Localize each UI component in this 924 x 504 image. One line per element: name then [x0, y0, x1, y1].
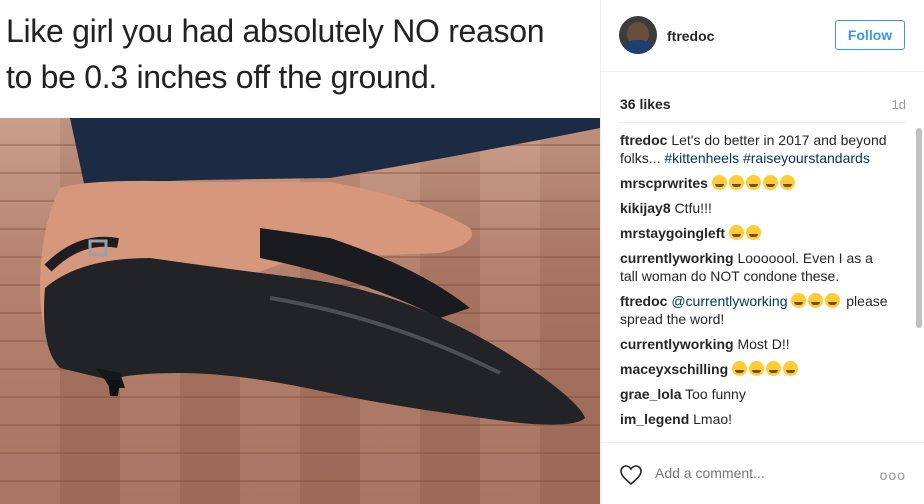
- avatar-body: [623, 40, 653, 54]
- comment-username[interactable]: mrstaygoingleft: [620, 225, 725, 241]
- comment-item: mrstaygoingleft: [620, 224, 888, 242]
- likes-count[interactable]: 36 likes: [620, 96, 671, 112]
- comment-username[interactable]: kikijay8: [620, 200, 671, 216]
- laughing-emoji-icon: [779, 175, 795, 190]
- laughing-emoji-icon: [728, 175, 744, 190]
- post-header: ftredoc Follow: [601, 0, 924, 72]
- hashtag-link[interactable]: #raiseyourstandards: [743, 150, 870, 166]
- laughing-emoji-icon: [808, 293, 824, 308]
- comment-text: Ctfu!!!: [674, 200, 712, 216]
- comment-username[interactable]: ftredoc: [620, 293, 667, 309]
- laughing-emoji-icon: [766, 361, 782, 376]
- post-age[interactable]: 1d: [892, 97, 906, 112]
- comment-item: mrscprwrites: [620, 174, 888, 192]
- emoji-group: [791, 293, 846, 309]
- laughing-emoji-icon: [711, 175, 727, 190]
- comment-text: Lmao!: [693, 411, 733, 427]
- meme-caption: Like girl you had absolutely NO reason t…: [6, 8, 596, 100]
- meme-line-2: to be 0.3 inches off the ground.: [6, 59, 438, 95]
- comment-item: grae_lola Too funny: [620, 385, 888, 403]
- comment-item: currentlyworking Looooool. Even I as a t…: [620, 249, 888, 285]
- mention-link[interactable]: @currentlyworking: [671, 293, 787, 309]
- shoe-photo: [0, 118, 600, 504]
- comment-username[interactable]: mrscprwrites: [620, 175, 708, 191]
- comment-item: kikijay8 Ctfu!!!: [620, 199, 888, 217]
- heart-outline-icon[interactable]: [619, 463, 643, 487]
- comment-username[interactable]: currentlyworking: [620, 250, 734, 266]
- comment-username[interactable]: maceyxschilling: [620, 361, 728, 377]
- comment-username[interactable]: grae_lola: [620, 386, 681, 402]
- comment-item: im_legend Lmao!: [620, 410, 888, 428]
- comment-input[interactable]: [655, 465, 855, 481]
- laughing-emoji-icon: [745, 175, 761, 190]
- comment-item: currentlyworking Most D!!: [620, 335, 888, 353]
- post-footer: ooo: [601, 442, 924, 504]
- laughing-emoji-icon: [732, 361, 748, 376]
- more-options-icon[interactable]: ooo: [880, 467, 906, 483]
- comments-list: ftredoc Let's do better in 2017 and beyo…: [620, 131, 888, 443]
- laughing-emoji-icon: [749, 361, 765, 376]
- comment-username[interactable]: ftredoc: [620, 132, 667, 148]
- post-media[interactable]: Like girl you had absolutely NO reason t…: [0, 0, 600, 504]
- shoe-illustration: [40, 118, 600, 425]
- divider: [619, 122, 906, 123]
- emoji-group: [732, 361, 800, 377]
- laughing-emoji-icon: [745, 225, 761, 240]
- laughing-emoji-icon: [783, 361, 799, 376]
- laughing-emoji-icon: [762, 175, 778, 190]
- avatar[interactable]: [619, 16, 657, 54]
- comment-item: ftredoc @currentlyworking please spread …: [620, 292, 888, 328]
- meme-line-1: Like girl you had absolutely NO reason: [6, 13, 545, 49]
- comment-text: Too funny: [685, 386, 746, 402]
- follow-button[interactable]: Follow: [835, 20, 905, 50]
- comment-item: ftredoc Let's do better in 2017 and beyo…: [620, 131, 888, 167]
- comment-username[interactable]: currentlyworking: [620, 336, 734, 352]
- emoji-group: [728, 225, 763, 241]
- comment-text: Most D!!: [737, 336, 790, 352]
- emoji-group: [711, 175, 797, 191]
- comments-scrollbar[interactable]: [916, 128, 922, 328]
- laughing-emoji-icon: [825, 293, 841, 308]
- comment-item: maceyxschilling: [620, 360, 888, 378]
- post-sidebar: ftredoc Follow 36 likes 1d ftredoc Let's…: [600, 0, 924, 504]
- comment-username[interactable]: im_legend: [620, 411, 689, 427]
- tired-emoji-icon: [728, 225, 744, 240]
- laughing-emoji-icon: [791, 293, 807, 308]
- hashtag-link[interactable]: #kittenheels: [664, 150, 739, 166]
- username-link[interactable]: ftredoc: [667, 28, 714, 44]
